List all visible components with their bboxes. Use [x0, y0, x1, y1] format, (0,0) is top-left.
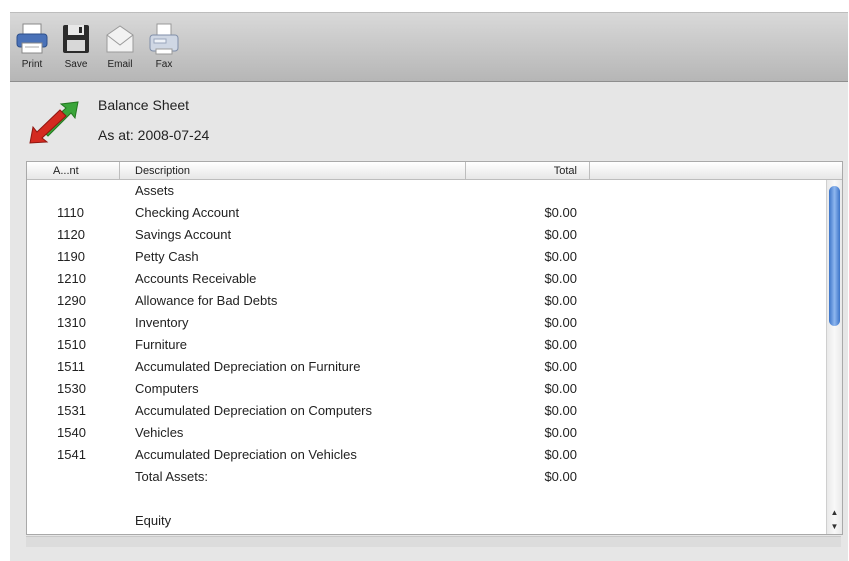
total-cell: $0.00 [544, 337, 577, 352]
description-cell: Equity [135, 513, 172, 528]
print-label: Print [21, 59, 43, 70]
account-cell: 1290 [57, 293, 86, 308]
column-divider [465, 162, 466, 179]
table-row[interactable] [27, 488, 827, 510]
table-row[interactable]: 1310 Inventory $0.00 [27, 312, 827, 334]
account-cell: 1540 [57, 425, 86, 440]
printer-icon [16, 23, 48, 54]
email-label: Email [107, 59, 133, 70]
table-row[interactable]: 1531 Accumulated Depreciation on Computer… [27, 400, 827, 422]
description-cell: Allowance for Bad Debts [135, 293, 278, 308]
table-row[interactable]: 1210 Accounts Receivable $0.00 [27, 268, 827, 290]
total-cell: $0.00 [544, 403, 577, 418]
table-row[interactable]: 1530 Computers $0.00 [27, 378, 827, 400]
description-cell: Vehicles [135, 425, 184, 440]
description-cell: Accounts Receivable [135, 271, 257, 286]
table-row[interactable]: 1511 Accumulated Depreciation on Furnitur… [27, 356, 827, 378]
description-cell: Petty Cash [135, 249, 199, 264]
account-cell: 1541 [57, 447, 86, 462]
account-cell: 1310 [57, 315, 86, 330]
column-divider [589, 162, 590, 179]
table-row[interactable]: 1190 Petty Cash $0.00 [27, 246, 827, 268]
table-row[interactable]: 1540 Vehicles $0.00 [27, 422, 827, 444]
description-cell: Total Assets: [135, 469, 208, 484]
scrollbar-thumb[interactable] [829, 186, 840, 326]
table-row[interactable]: 1120 Savings Account $0.00 [27, 224, 827, 246]
total-cell: $0.00 [544, 381, 577, 396]
description-cell: Accumulated Depreciation on Vehicles [135, 447, 357, 462]
table-row[interactable]: 1110 Checking Account $0.00 [27, 202, 827, 224]
column-header-row: A...nt Description Total [27, 162, 842, 180]
description-cell: Inventory [135, 315, 189, 330]
account-cell: 1530 [57, 381, 86, 396]
table-row[interactable]: 1290 Allowance for Bad Debts $0.00 [27, 290, 827, 312]
report-header: Balance Sheet As at: 2008-07-24 [10, 82, 848, 162]
save-label: Save [64, 59, 88, 70]
report-window: Print Save Email Fax Balance Sheet As at… [10, 12, 848, 561]
scroll-up-arrow-icon[interactable]: ▲ [827, 506, 842, 520]
save-button[interactable]: Save [56, 21, 96, 79]
column-divider [119, 162, 120, 179]
total-cell: $0.00 [544, 293, 577, 308]
description-cell: Assets [135, 183, 175, 198]
account-cell: 1190 [57, 249, 85, 264]
column-header-account[interactable]: A...nt [53, 164, 113, 178]
total-cell: $0.00 [544, 447, 577, 462]
column-header-description[interactable]: Description [135, 164, 435, 178]
description-cell: Checking Account [135, 205, 240, 220]
total-cell: $0.00 [544, 249, 577, 264]
email-button[interactable]: Email [100, 21, 140, 79]
account-cell: 1210 [57, 271, 86, 286]
horizontal-scroll-area [26, 536, 841, 547]
scroll-down-arrow-icon[interactable]: ▼ [827, 520, 842, 534]
table-row[interactable]: 1510 Furniture $0.00 [27, 334, 827, 356]
print-button[interactable]: Print [12, 21, 52, 79]
total-cell: $0.00 [544, 271, 577, 286]
account-cell: 1511 [57, 359, 85, 374]
total-cell: $0.00 [544, 425, 577, 440]
table-row[interactable]: Assets [27, 180, 827, 202]
account-cell: 1110 [57, 205, 84, 220]
description-cell: Computers [135, 381, 199, 396]
table-row[interactable]: 1541 Accumulated Depreciation on Vehicles… [27, 444, 827, 466]
report-date: As at: 2008-07-24 [98, 127, 210, 143]
vertical-scrollbar[interactable]: ▲ ▼ [826, 180, 842, 534]
total-cell: $0.00 [544, 315, 577, 330]
table-row[interactable]: Total Assets: $0.00 [27, 466, 827, 488]
report-table: A...nt Description Total Assets 1110 Check… [26, 161, 843, 535]
description-cell: Savings Account [135, 227, 232, 242]
toolbar: Print Save Email Fax [10, 13, 848, 82]
total-cell: $0.00 [544, 469, 577, 484]
account-cell: 1510 [57, 337, 86, 352]
description-cell: Accumulated Depreciation on Computers [135, 403, 373, 418]
arrows-logo-icon [29, 101, 79, 144]
total-cell: $0.00 [544, 359, 577, 374]
report-title: Balance Sheet [98, 97, 190, 113]
fax-button[interactable]: Fax [144, 21, 184, 79]
envelope-icon [106, 25, 134, 53]
description-cell: Furniture [135, 337, 188, 352]
account-cell: 1120 [57, 227, 85, 242]
total-cell: $0.00 [544, 205, 577, 220]
account-cell: 1531 [57, 403, 86, 418]
table-row[interactable]: Equity [27, 510, 827, 532]
report-rows: Assets 1110 Checking Account $0.00 1120 Savin… [27, 180, 827, 532]
fax-label: Fax [155, 59, 173, 70]
floppy-disk-icon [63, 25, 89, 53]
fax-machine-icon [149, 23, 179, 55]
total-cell: $0.00 [544, 227, 577, 242]
description-cell: Accumulated Depreciation on Furniture [135, 359, 361, 374]
column-header-total[interactable]: Total [497, 164, 577, 178]
